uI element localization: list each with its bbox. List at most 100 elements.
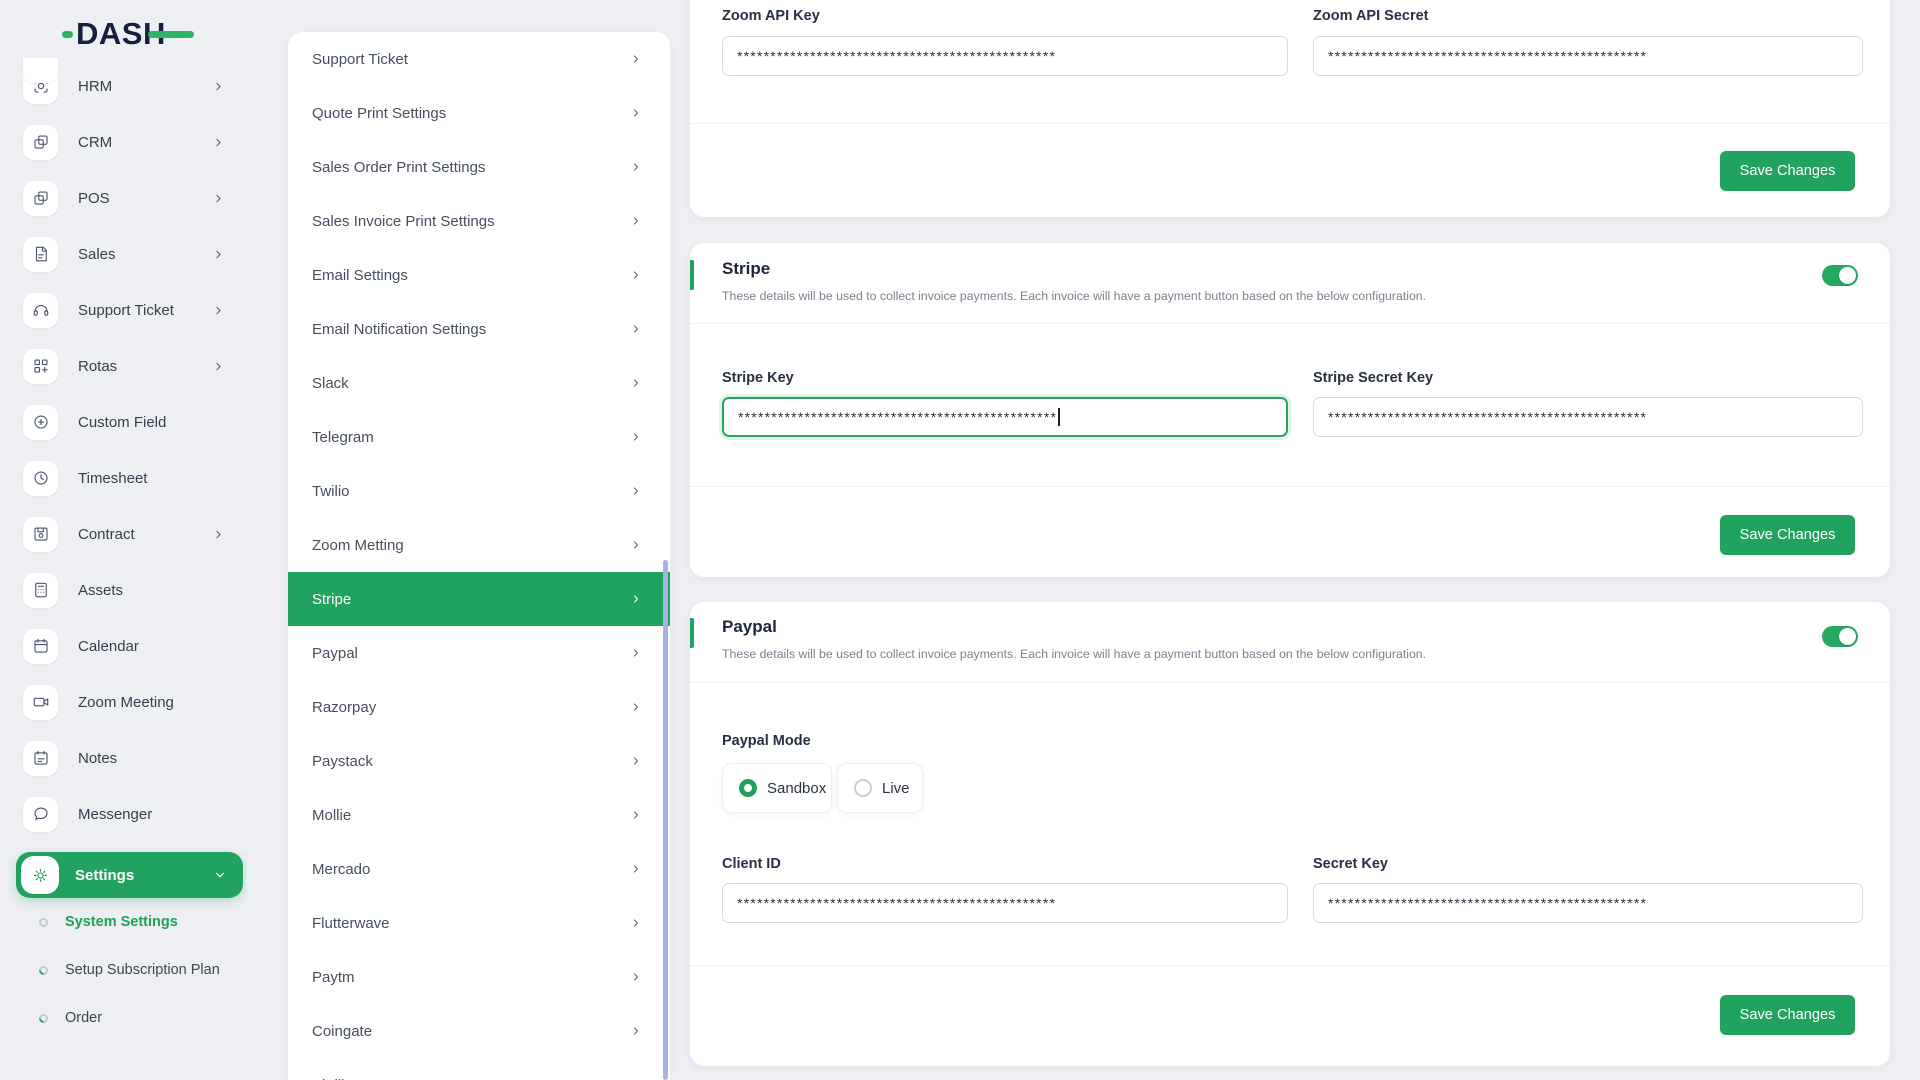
- sidebar-item-custom-field[interactable]: Custom Field: [0, 394, 247, 450]
- crm-icon: [23, 124, 58, 160]
- menu-item-paystack[interactable]: Paystack: [288, 734, 670, 788]
- paypal-settings-card: Paypal These details will be used to col…: [690, 602, 1890, 1066]
- accent-bar: [690, 260, 694, 290]
- video-icon: [23, 684, 58, 720]
- sidebar-item-zoom-meeting[interactable]: Zoom Meeting: [0, 674, 247, 730]
- menu-item-flutterwave[interactable]: Flutterwave: [288, 896, 670, 950]
- sidebar-subitem-setup-subscription-plan[interactable]: Setup Subscription Plan: [0, 946, 247, 994]
- menu-item-support-ticket[interactable]: Support Ticket: [288, 32, 670, 86]
- sidebar-item-pos[interactable]: POS: [0, 170, 247, 226]
- menu-item-label: Email Settings: [312, 266, 408, 284]
- stripe-key-input[interactable]: ****************************************…: [722, 397, 1288, 437]
- sidebar-subitem-system-settings[interactable]: System Settings: [0, 898, 247, 946]
- chevron-right-icon: [630, 809, 642, 821]
- ring-icon: [39, 917, 48, 927]
- chevron-right-icon: [630, 755, 642, 767]
- menu-item-zoom-metting[interactable]: Zoom Metting: [288, 518, 670, 572]
- radio-unselected-icon: [854, 779, 872, 797]
- menu-item-label: Mercado: [312, 860, 371, 878]
- secret-key-input[interactable]: ****************************************…: [1313, 883, 1863, 923]
- stripe-secret-key-input[interactable]: ****************************************…: [1313, 397, 1863, 437]
- client-id-input[interactable]: ****************************************…: [722, 883, 1288, 923]
- menu-item-telegram[interactable]: Telegram: [288, 410, 670, 464]
- menu-item-label: Zoom Metting: [312, 536, 404, 554]
- menu-item-stripe-selected[interactable]: Stripe: [288, 572, 670, 626]
- zoom-api-secret-input[interactable]: ****************************************…: [1313, 36, 1863, 76]
- paypal-mode-live-option[interactable]: Live: [837, 763, 923, 813]
- notes-icon: [23, 740, 58, 776]
- toggle-knob: [1839, 267, 1856, 284]
- sales-icon: [23, 236, 58, 272]
- sidebar-item-label: Rotas: [78, 357, 118, 375]
- chevron-right-icon: [630, 917, 642, 929]
- sidebar-item-rotas[interactable]: Rotas: [0, 338, 247, 394]
- sidebar-item-label: Sales: [78, 245, 116, 263]
- chat-icon: [23, 796, 58, 832]
- main-content: Zoom API Key Zoom API Secret ***********…: [690, 0, 1890, 1080]
- cutoff-nav-icon: [23, 58, 58, 83]
- paypal-card-title: Paypal: [722, 617, 777, 636]
- zoom-api-key-label: Zoom API Key: [722, 8, 820, 24]
- stripe-enabled-toggle[interactable]: [1822, 265, 1858, 286]
- divider: [690, 123, 1890, 124]
- stripe-secret-key-label: Stripe Secret Key: [1313, 370, 1434, 386]
- menu-item-slack[interactable]: Slack: [288, 356, 670, 410]
- sidebar-item-assets[interactable]: Assets: [0, 562, 247, 618]
- sidebar-item-crm[interactable]: CRM: [0, 114, 247, 170]
- menu-item-label: Twilio: [312, 482, 350, 500]
- chevron-right-icon: [630, 269, 642, 281]
- chevron-right-icon: [212, 528, 225, 541]
- menu-item-razorpay[interactable]: Razorpay: [288, 680, 670, 734]
- sidebar-item-sales[interactable]: Sales: [0, 226, 247, 282]
- stripe-key-label: Stripe Key: [722, 370, 794, 386]
- chevron-right-icon: [212, 80, 225, 93]
- sidebar-subitem-order[interactable]: Order: [0, 994, 247, 1042]
- sidebar-item-timesheet[interactable]: Timesheet: [0, 450, 247, 506]
- sidebar-item-contract[interactable]: Contract: [0, 506, 247, 562]
- menu-item-label: Sales Order Print Settings: [312, 158, 486, 176]
- chevron-right-icon: [630, 485, 642, 497]
- menu-item-email-notification-settings[interactable]: Email Notification Settings: [288, 302, 670, 356]
- sidebar-item-calendar[interactable]: Calendar: [0, 618, 247, 674]
- radio-selected-icon: [739, 779, 757, 797]
- paypal-enabled-toggle[interactable]: [1822, 626, 1858, 647]
- menu-item-twilio[interactable]: Twilio: [288, 464, 670, 518]
- menu-item-mollie[interactable]: Mollie: [288, 788, 670, 842]
- chevron-right-icon: [212, 248, 225, 261]
- menu-item-sales-order-print-settings[interactable]: Sales Order Print Settings: [288, 140, 670, 194]
- stripe-card-title: Stripe: [722, 259, 771, 278]
- paypal-mode-sandbox-option[interactable]: Sandbox: [722, 763, 832, 813]
- panel-scrollbar[interactable]: [663, 560, 668, 1080]
- save-changes-button[interactable]: Save Changes: [1720, 515, 1855, 555]
- sidebar-item-settings[interactable]: Settings: [16, 852, 243, 898]
- menu-item-label: Paypal: [312, 644, 358, 662]
- menu-item-paypal[interactable]: Paypal: [288, 626, 670, 680]
- sidebar-item-label: Assets: [78, 581, 124, 599]
- chevron-right-icon: [212, 192, 225, 205]
- sidebar-item-label: Messenger: [78, 805, 153, 823]
- save-changes-button[interactable]: Save Changes: [1720, 151, 1855, 191]
- zoom-api-key-input[interactable]: ****************************************…: [722, 36, 1288, 76]
- sidebar-item-messenger[interactable]: Messenger: [0, 786, 247, 842]
- menu-item-paytm[interactable]: Paytm: [288, 950, 670, 1004]
- chevron-right-icon: [630, 215, 642, 227]
- sidebar-item-support-ticket[interactable]: Support Ticket: [0, 282, 247, 338]
- menu-item-skrill[interactable]: Skrill: [288, 1058, 670, 1080]
- stripe-settings-card: Stripe These details will be used to col…: [690, 243, 1890, 577]
- timesheet-icon: [23, 460, 58, 496]
- menu-item-quote-print-settings[interactable]: Quote Print Settings: [288, 86, 670, 140]
- menu-item-sales-invoice-print-settings[interactable]: Sales Invoice Print Settings: [288, 194, 670, 248]
- client-id-label: Client ID: [722, 856, 781, 872]
- chevron-right-icon: [630, 863, 642, 875]
- chevron-right-icon: [630, 53, 642, 65]
- app-logo[interactable]: DASH: [62, 14, 194, 54]
- sidebar-item-notes[interactable]: Notes: [0, 730, 247, 786]
- menu-item-label: Stripe: [312, 590, 352, 608]
- menu-item-mercado[interactable]: Mercado: [288, 842, 670, 896]
- chevron-right-icon: [630, 323, 642, 335]
- save-changes-button[interactable]: Save Changes: [1720, 995, 1855, 1035]
- menu-item-coingate[interactable]: Coingate: [288, 1004, 670, 1058]
- sidebar-subitem-label: System Settings: [65, 914, 178, 930]
- menu-item-email-settings[interactable]: Email Settings: [288, 248, 670, 302]
- gear-icon: [21, 856, 59, 894]
